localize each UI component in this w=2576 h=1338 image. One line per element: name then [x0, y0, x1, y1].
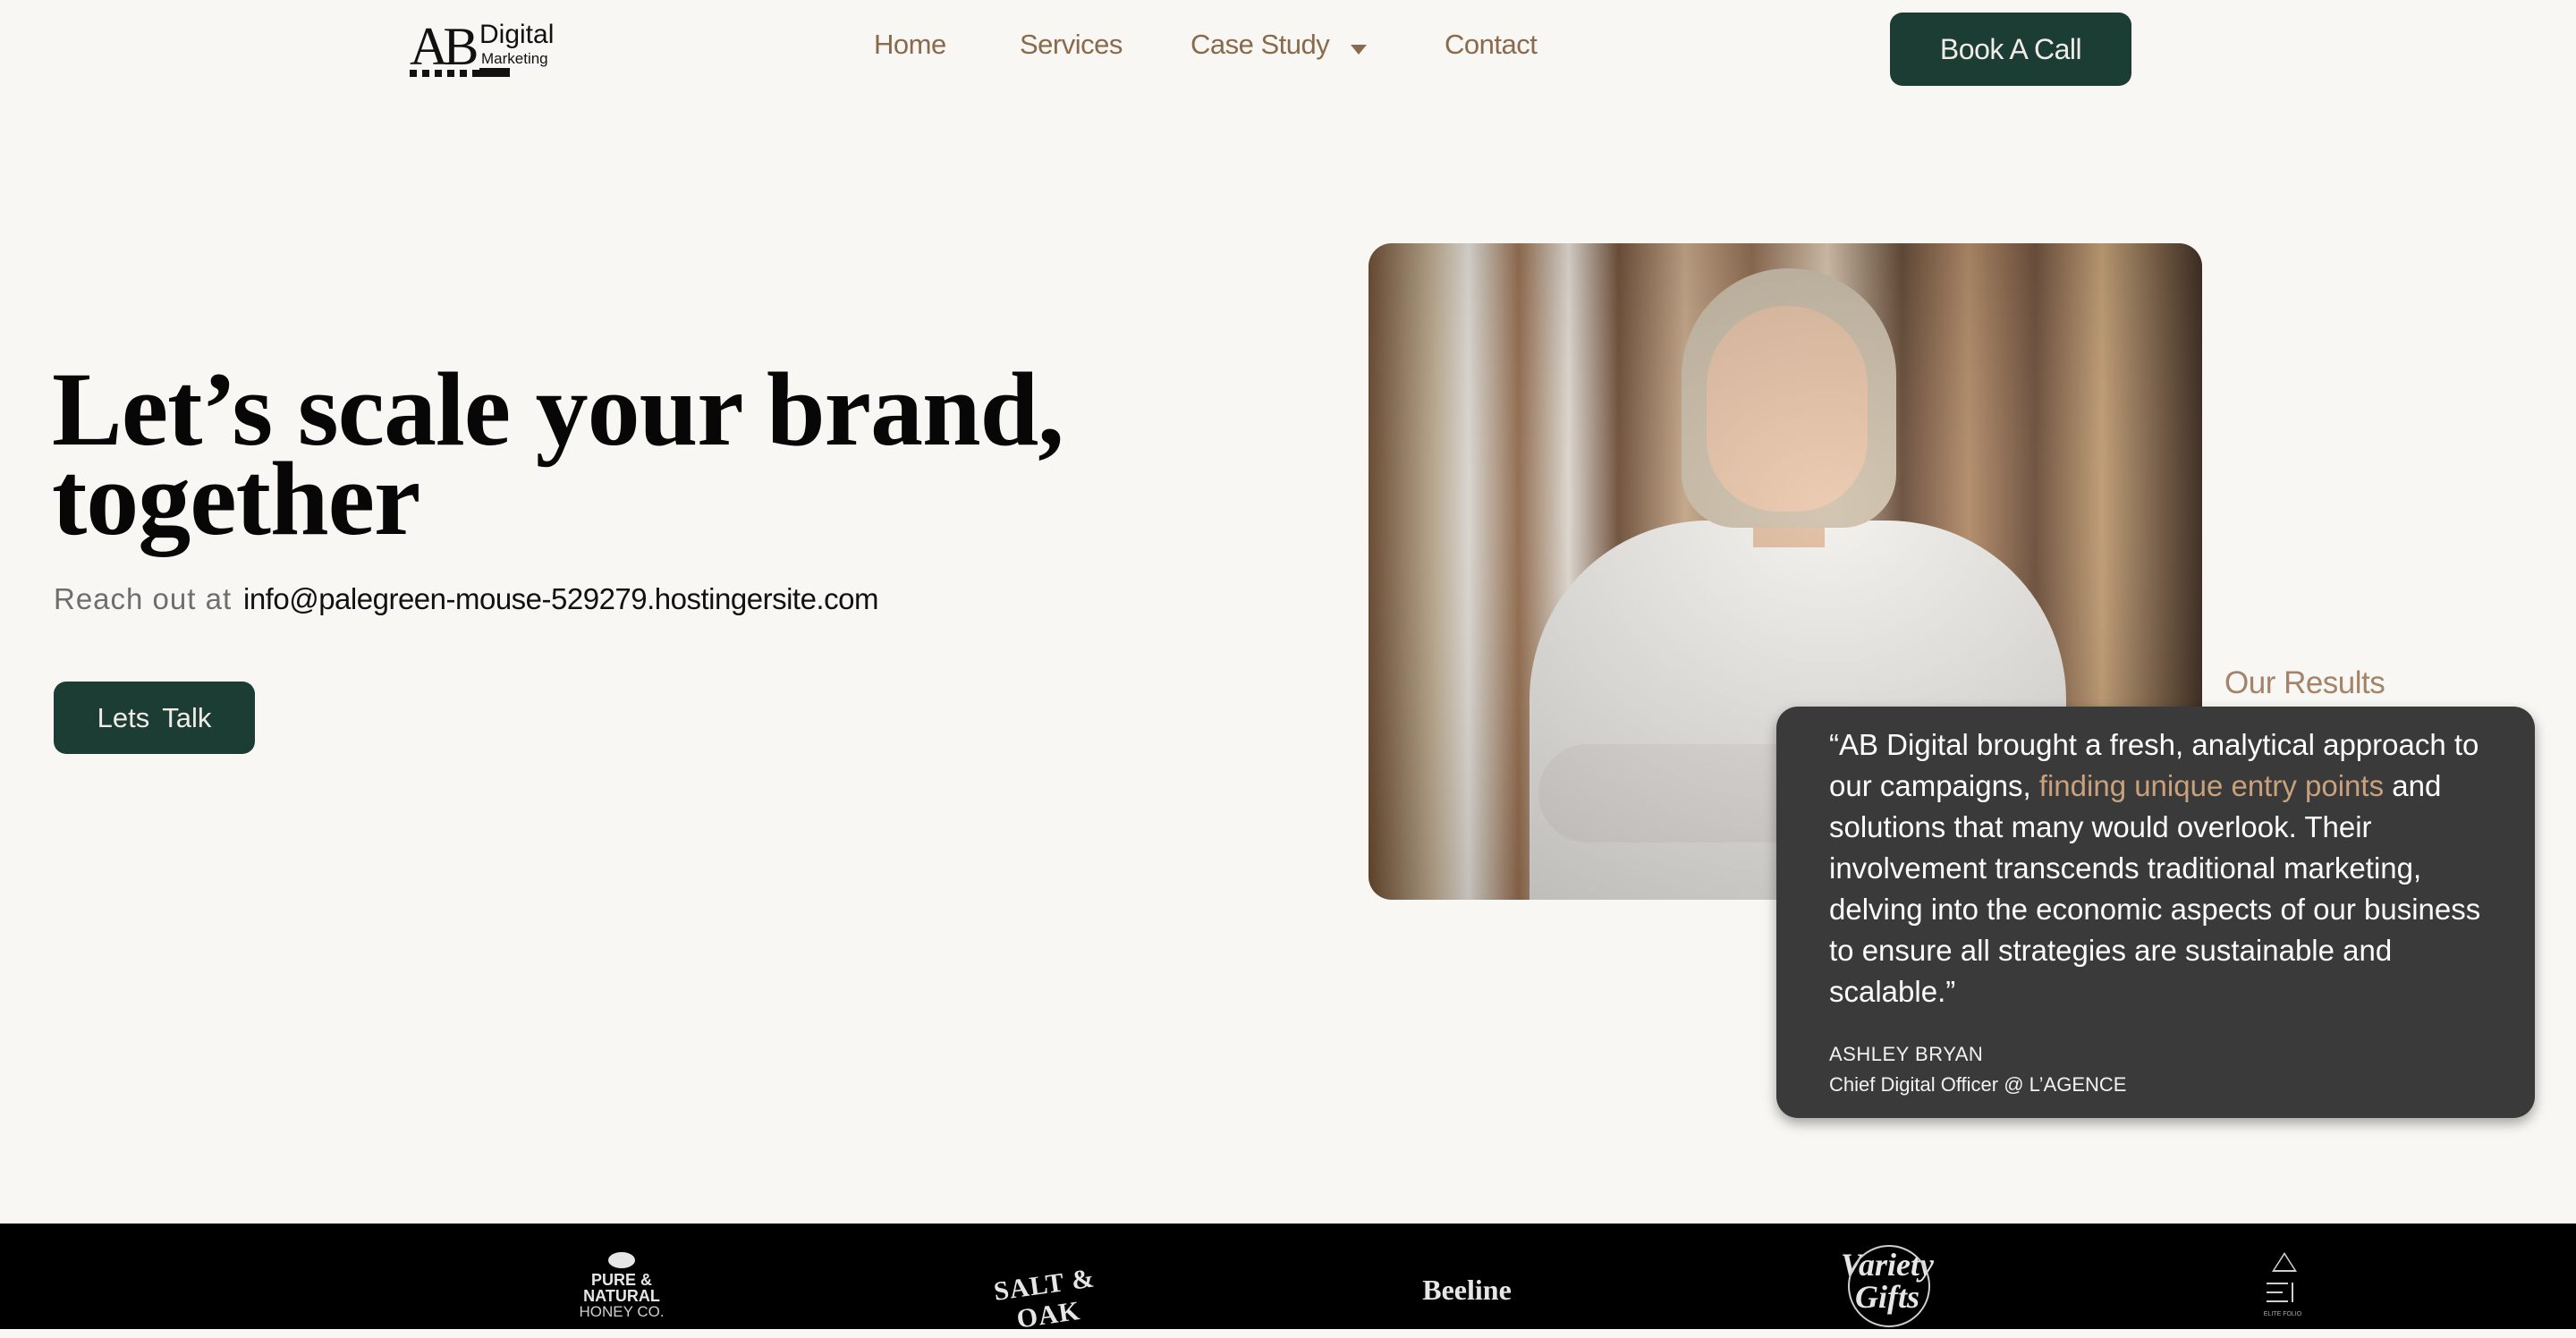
logo-decor-block [479, 68, 510, 77]
hero-title: Let’s scale your brand, together [52, 351, 1064, 557]
quote-highlight: finding unique entry points [2038, 769, 2385, 802]
logo-line-3: PTY LTD. [513, 67, 548, 76]
reach-out-label: Reach out at [54, 582, 233, 615]
client-logos-strip [0, 1224, 2576, 1329]
nav-case-study[interactable]: Case Study [1191, 29, 1330, 61]
testimonial-card: “AB Digital brought a fresh, analytical … [1776, 707, 2535, 1118]
logo-beeline: Beeline [1422, 1274, 1512, 1306]
testimonial-author: ASHLEY BRYAN [1829, 1043, 1984, 1065]
honey-line-1: PURE & [590, 1271, 652, 1289]
brand-logo[interactable]: AB Digital Marketing PTY LTD. [410, 20, 558, 79]
logo-line-1: Digital [479, 20, 555, 49]
honey-line-3: HONEY CO. [579, 1303, 665, 1320]
email-link[interactable]: info@palegreen-mouse-529279.hostingersit… [243, 582, 878, 616]
testimonial-quote: “AB Digital brought a fresh, analytical … [1829, 724, 2499, 1012]
logo-pure-natural-honey: PURE & NATURAL HONEY CO. [572, 1252, 671, 1320]
logo-variety-gifts: Variety Gifts [1834, 1245, 1941, 1327]
our-results-label: Our Results [2224, 665, 2385, 700]
logo-line-2: Marketing [481, 50, 548, 67]
variety-ring-icon [1848, 1245, 1930, 1327]
quote-text-end: and solutions that many would overlook. … [1829, 769, 2481, 1008]
honey-icon [608, 1252, 635, 1268]
logo-line-d [2292, 1283, 2293, 1302]
chevron-down-icon[interactable] [1351, 45, 1367, 55]
honey-line-2: NATURAL [583, 1287, 660, 1305]
nav-services[interactable]: Services [1020, 29, 1123, 61]
logo-line-a [2267, 1283, 2288, 1284]
nav-contact[interactable]: Contact [1445, 29, 1538, 61]
logo-line-b [2267, 1291, 2283, 1293]
book-a-call-button[interactable]: Book A Call [1890, 13, 2131, 86]
elite-folio-label: ELITE FOLIO [2263, 1311, 2302, 1317]
logo-line-c [2267, 1300, 2288, 1302]
logo-elite-folio: ELITE FOLIO [2256, 1252, 2309, 1324]
triangle-inner [2275, 1255, 2294, 1270]
logo-mark: AB [410, 17, 479, 76]
lets-talk-button[interactable]: Lets Talk [54, 682, 255, 754]
nav-home[interactable]: Home [874, 29, 946, 61]
testimonial-role: Chief Digital Officer @ L’AGENCE [1829, 1073, 2127, 1096]
